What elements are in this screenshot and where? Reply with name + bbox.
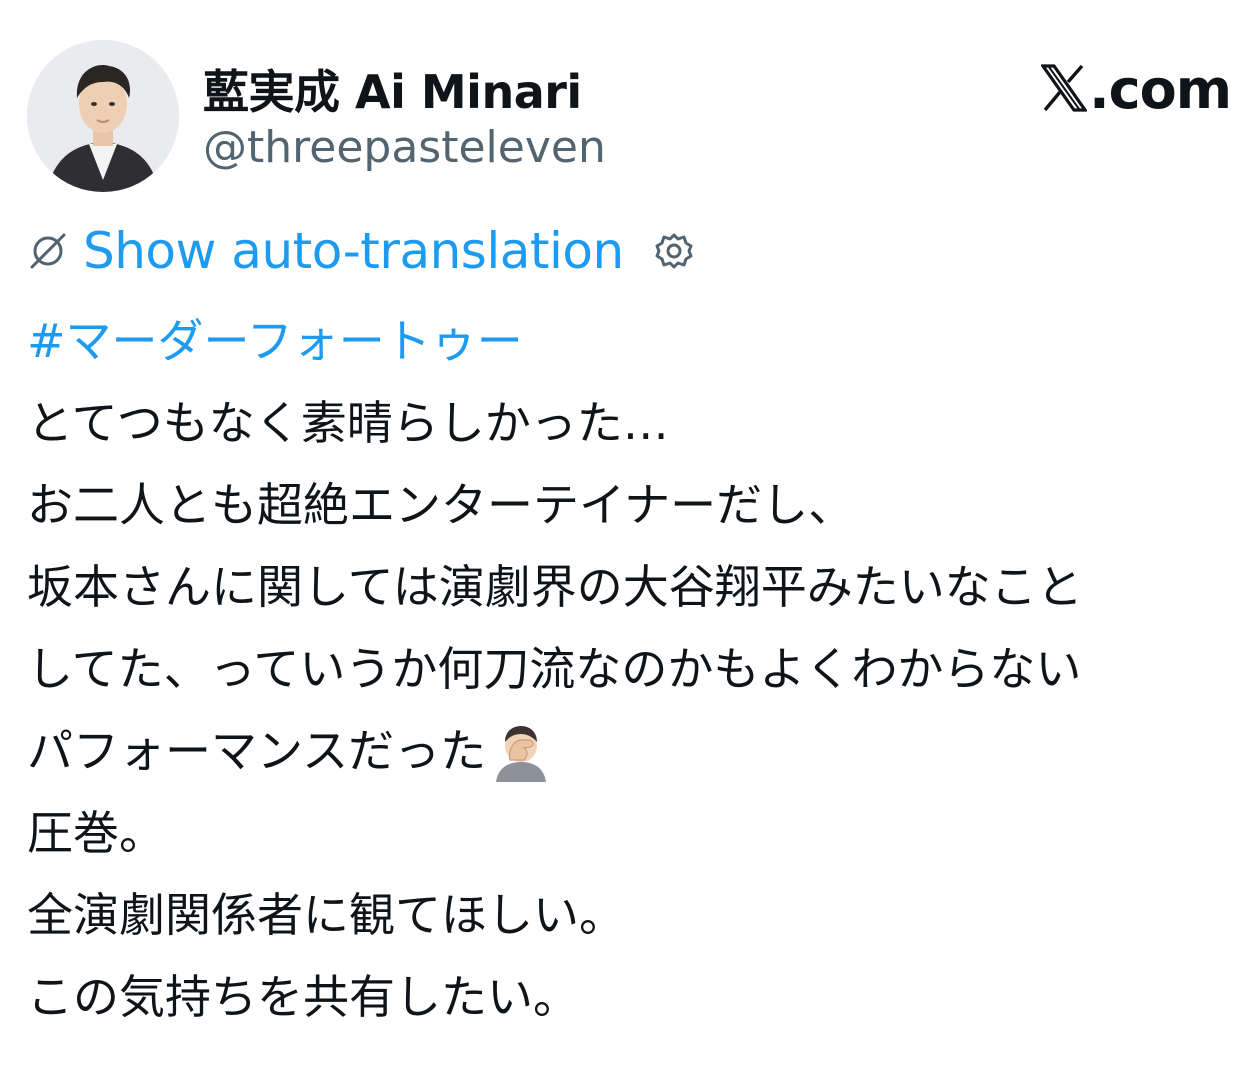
face-palm-emoji: [490, 720, 552, 782]
site-logo-text: .com: [1089, 58, 1232, 121]
translation-bar: Show auto-translation: [27, 220, 694, 282]
tweet-line-text: パフォーマンスだった: [27, 724, 487, 778]
tweet-line: 全演劇関係者に観てほしい。: [27, 888, 625, 942]
avatar[interactable]: [27, 40, 179, 192]
show-translation-link[interactable]: Show auto-translation: [83, 222, 624, 280]
x-logo-icon: [1040, 62, 1089, 112]
author-handle[interactable]: @threepasteleven: [203, 122, 606, 173]
tweet-line-with-emoji: パフォーマンスだった: [27, 710, 1257, 792]
tweet-line: とてつもなく素晴らしかった…: [27, 396, 669, 450]
tweet-line: してた、っていうか何刀流なのかもよくわからない: [27, 642, 1082, 696]
avatar-photo: [27, 40, 179, 192]
author-display-name[interactable]: 藍実成 Ai Minari: [203, 56, 582, 122]
tweet-line: 圧巻。: [27, 806, 165, 860]
tweet-text: #マーダーフォートゥー とてつもなく素晴らしかった… お二人とも超絶エンターテイ…: [27, 300, 1257, 1038]
gear-icon[interactable]: [654, 231, 694, 271]
tweet-line: お二人とも超絶エンターテイナーだし、: [27, 478, 855, 532]
hashtag-link[interactable]: #マーダーフォートゥー: [27, 300, 1257, 382]
tweet-line: この気持ちを共有したい。: [27, 970, 579, 1024]
site-logo: .com: [1040, 58, 1232, 121]
globe-slash-icon: [27, 230, 69, 272]
tweet-line: 坂本さんに関しては演劇界の大谷翔平みたいなこと: [27, 560, 1083, 614]
